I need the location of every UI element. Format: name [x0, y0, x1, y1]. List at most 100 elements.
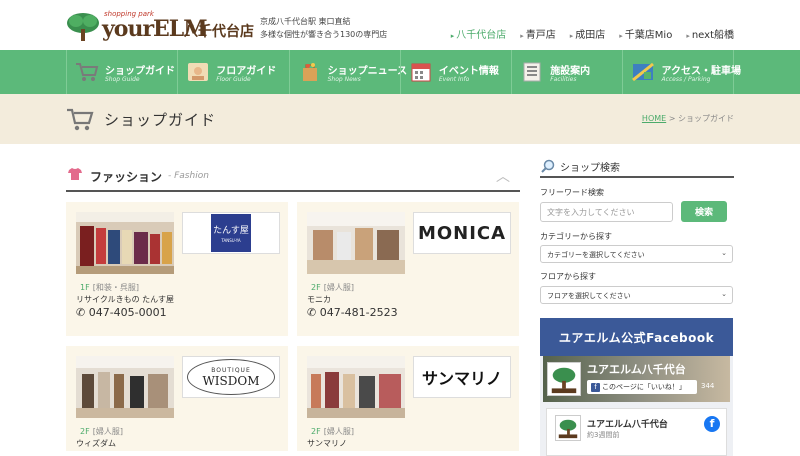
shop-logo: サンマリノ	[413, 356, 511, 398]
logo-store-name: 八千代台店	[184, 24, 254, 40]
page-banner: ショップガイド HOME > ショップガイド	[0, 94, 800, 144]
nav-label: フロアガイド	[216, 66, 277, 77]
shop-name: サンマリノ	[307, 439, 347, 448]
facebook-like-button[interactable]: f このページに「いいね！」	[587, 380, 697, 394]
chevron-down-icon: ⌄	[721, 290, 727, 298]
cart-icon	[67, 108, 94, 131]
nav-label: イベント情報	[438, 66, 499, 77]
nav-shop-news[interactable]: ショップニュース Shop News	[288, 50, 407, 94]
floor-icon	[188, 63, 209, 81]
page-title: ショップガイド	[104, 111, 217, 129]
section-subtitle: - Fashion	[168, 171, 209, 181]
shop-card[interactable]: BOUTIQUE WISDOM 2F [婦人服] ウィズダム	[66, 346, 288, 451]
keyword-label: フリーワード検索	[540, 188, 604, 197]
shop-card[interactable]: たんす屋 TANSU-YA 1F [和装・呉服] リサイクルきもの たんす屋 ✆ …	[66, 202, 288, 336]
header-tagline: 京成八千代台駅 東口直結 多様な個性が響き合う130の専門店	[260, 15, 387, 41]
nav-floor-guide[interactable]: フロアガイド Floor Guide	[177, 50, 288, 94]
sidebar-title: ショップ検索	[560, 163, 620, 174]
store-link-chiba-mio[interactable]: 千葉店Mio	[619, 26, 673, 41]
shop-logo-text: MONICA	[417, 222, 507, 244]
facebook-icon: f	[704, 416, 720, 432]
shop-photo	[76, 212, 174, 274]
category-label: カテゴリーから探す	[540, 232, 612, 241]
facebook-post[interactable]: ユアエルム八千代台 約3週間前 f	[546, 408, 727, 456]
shop-floor: 2F [婦人服]	[80, 427, 123, 436]
category-select[interactable]: カテゴリーを選択してください ⌄	[540, 245, 733, 263]
nav-event-info[interactable]: イベント情報 Event Info	[399, 50, 511, 94]
site-logo[interactable]: shopping park yourELM 八千代台店	[66, 10, 254, 44]
phone-icon: ✆	[76, 306, 86, 319]
nav-label: ショップガイド	[105, 66, 175, 77]
breadcrumb-home[interactable]: HOME	[642, 114, 666, 123]
shop-tel: ✆ 047-481-2523	[307, 306, 398, 319]
store-link-aoto[interactable]: 青戸店	[520, 26, 556, 41]
post-time: 約3週間前	[587, 431, 620, 439]
shop-logo-subtext: TANSU-YA	[221, 238, 241, 243]
shirt-icon	[68, 168, 82, 180]
shop-logo-text: サンマリノ	[421, 369, 502, 388]
section-heading: ファッション - Fashion ︿	[66, 162, 520, 192]
collapse-caret-icon[interactable]: ︿	[496, 166, 510, 186]
breadcrumb: HOME > ショップガイド	[642, 113, 734, 124]
nav-sublabel: Floor Guide	[216, 76, 251, 83]
site-header: shopping park yourELM 八千代台店 京成八千代台駅 東口直結…	[0, 0, 800, 50]
shop-card[interactable]: MONICA 2F [婦人服] モニカ ✆ 047-481-2523	[297, 202, 519, 336]
shop-logo: たんす屋 TANSU-YA	[182, 212, 280, 254]
nav-access-parking[interactable]: アクセス・駐車場 Access / Parking	[622, 50, 741, 94]
shop-name: モニカ	[307, 295, 331, 304]
shop-floor: 2F [婦人服]	[311, 283, 354, 292]
nav-sublabel: Facilities	[550, 76, 577, 83]
global-nav: ショップガイド Shop Guide フロアガイド Floor Guide ショ…	[0, 50, 800, 94]
nav-sublabel: Shop News	[327, 76, 361, 83]
cart-icon	[76, 63, 99, 81]
nav-label: 施設案内	[550, 66, 591, 77]
facebook-page-name[interactable]: ユアエルム八千代台	[587, 361, 686, 377]
tagline-line-1: 京成八千代台駅 東口直結	[260, 17, 351, 26]
floor-select-value: フロアを選択してください	[547, 292, 631, 300]
shop-tel: ✆ 047-405-0001	[76, 306, 167, 319]
calendar-icon	[411, 63, 431, 82]
shopping-bag-icon	[302, 63, 317, 81]
phone-icon: ✆	[307, 306, 317, 319]
nav-label: ショップニュース	[327, 66, 408, 77]
store-link-yachiyodai[interactable]: 八千代台店	[451, 26, 506, 41]
shop-floor: 2F [婦人服]	[311, 427, 354, 436]
shop-photo	[76, 356, 174, 418]
shop-card[interactable]: サンマリノ 2F [婦人服] サンマリノ	[297, 346, 519, 451]
nav-label: アクセス・駐車場	[661, 66, 741, 77]
shop-photo	[307, 356, 405, 418]
store-link-next-funabashi[interactable]: next船橋	[686, 26, 734, 41]
keyword-search-input[interactable]: 文字を入力してください	[540, 202, 673, 222]
shop-logo-subtext: BOUTIQUE	[211, 366, 251, 374]
tree-logo-icon	[67, 13, 99, 41]
section-title: ファッション	[90, 170, 163, 184]
chevron-down-icon: ⌄	[721, 249, 727, 257]
shop-photo	[307, 212, 405, 274]
facebook-widget: ユアエルム八千代台 f このページに「いいね！」 344 ユアエルム八千代台 約3…	[540, 356, 733, 456]
facebook-icon: f	[591, 383, 600, 392]
nav-shop-guide[interactable]: ショップガイド Shop Guide	[66, 50, 177, 94]
floor-label: フロアから探す	[540, 272, 596, 281]
shop-logo: MONICA	[413, 212, 511, 254]
floor-select[interactable]: フロアを選択してください ⌄	[540, 286, 733, 304]
post-author[interactable]: ユアエルム八千代台	[587, 417, 668, 430]
search-icon	[541, 159, 555, 173]
breadcrumb-current: ショップガイド	[678, 114, 734, 123]
map-icon	[632, 62, 655, 82]
search-button[interactable]: 検索	[681, 201, 727, 222]
sidebar-heading: ショップ検索	[540, 156, 734, 178]
breadcrumb-separator: >	[668, 114, 676, 123]
facebook-cover[interactable]: ユアエルム八千代台 f このページに「いいね！」 344	[543, 356, 730, 402]
nav-sublabel: Event Info	[438, 76, 470, 83]
shop-name: リサイクルきもの たんす屋	[76, 295, 174, 304]
shop-logo-text: たんす屋	[213, 226, 249, 236]
tagline-line-2: 多様な個性が響き合う130の専門店	[260, 30, 388, 39]
store-link-narita[interactable]: 成田店	[570, 26, 605, 41]
nav-sublabel: Shop Guide	[105, 76, 140, 83]
facebook-heading[interactable]: ユアエルム公式Facebook	[540, 318, 733, 356]
nav-sublabel: Access / Parking	[661, 76, 711, 83]
shop-logo-text: WISDOM	[202, 373, 260, 388]
nav-facilities[interactable]: 施設案内 Facilities	[511, 50, 622, 94]
store-links: 八千代台店 青戸店 成田店 千葉店Mio next船橋	[451, 26, 734, 41]
category-select-value: カテゴリーを選択してください	[547, 251, 645, 259]
